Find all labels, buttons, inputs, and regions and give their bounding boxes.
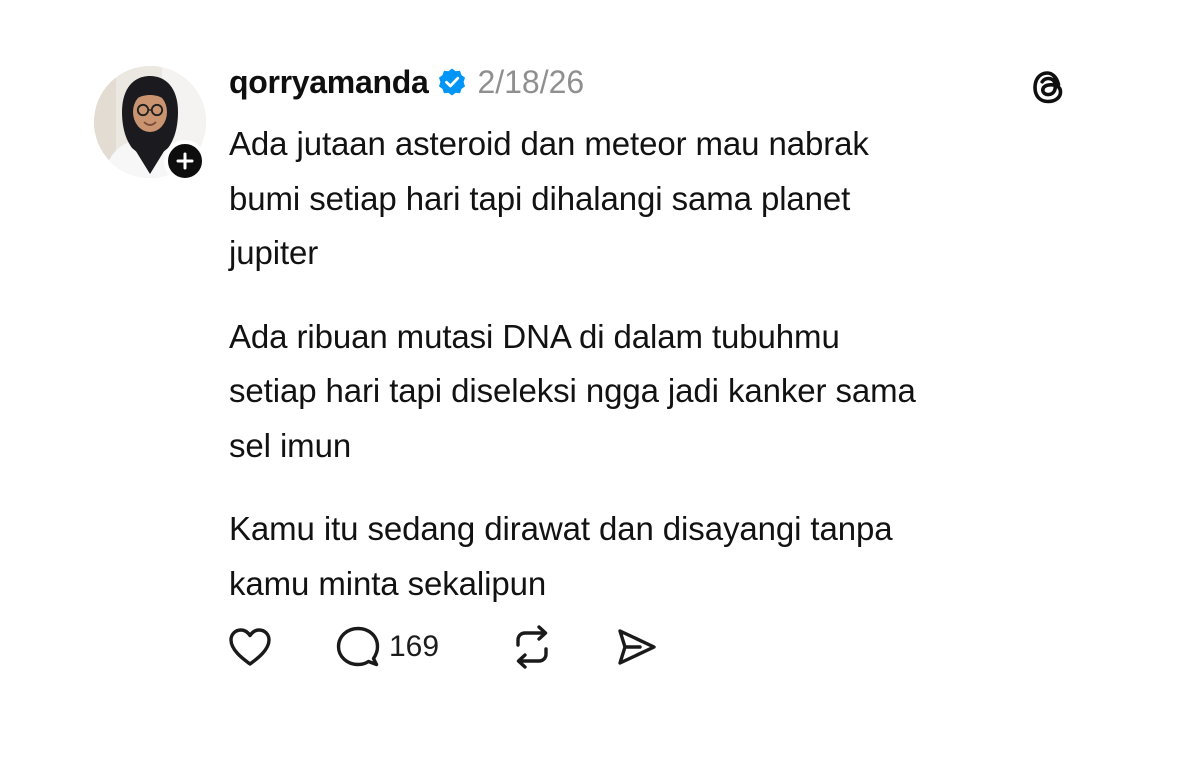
- post-paragraph: Kamu itu sedang dirawat dan disayangi ta…: [229, 510, 893, 602]
- repost-button[interactable]: [509, 625, 614, 669]
- post-date: 2/18/26: [477, 63, 585, 100]
- send-icon: [618, 629, 656, 665]
- reply-count: 169: [389, 630, 440, 663]
- plus-icon: [176, 152, 194, 170]
- post-paragraph: Ada ribuan mutasi DNA di dalam tubuhmu s…: [229, 317, 916, 464]
- reply-button[interactable]: 169: [335, 625, 509, 669]
- heart-icon: [229, 628, 271, 666]
- comment-icon: [336, 626, 380, 667]
- follow-plus-button[interactable]: [164, 140, 206, 182]
- threads-logo-icon[interactable]: [1028, 66, 1070, 108]
- username[interactable]: qorryamanda: [229, 64, 429, 101]
- thread-post: qorryamanda 2/18/26 Ada jutaan asteroid …: [0, 0, 1178, 762]
- avatar-container: [94, 66, 210, 182]
- post-paragraph: Ada jutaan asteroid dan meteor mau nabra…: [229, 125, 869, 271]
- share-button[interactable]: [614, 626, 658, 668]
- post-body: Ada jutaan asteroid dan meteor mau nabra…: [229, 117, 1129, 640]
- repost-icon: [516, 625, 548, 669]
- post-actions: 169: [227, 624, 658, 670]
- like-button[interactable]: [227, 626, 335, 668]
- post-header: qorryamanda 2/18/26: [229, 60, 584, 104]
- verified-badge-icon: [437, 67, 467, 97]
